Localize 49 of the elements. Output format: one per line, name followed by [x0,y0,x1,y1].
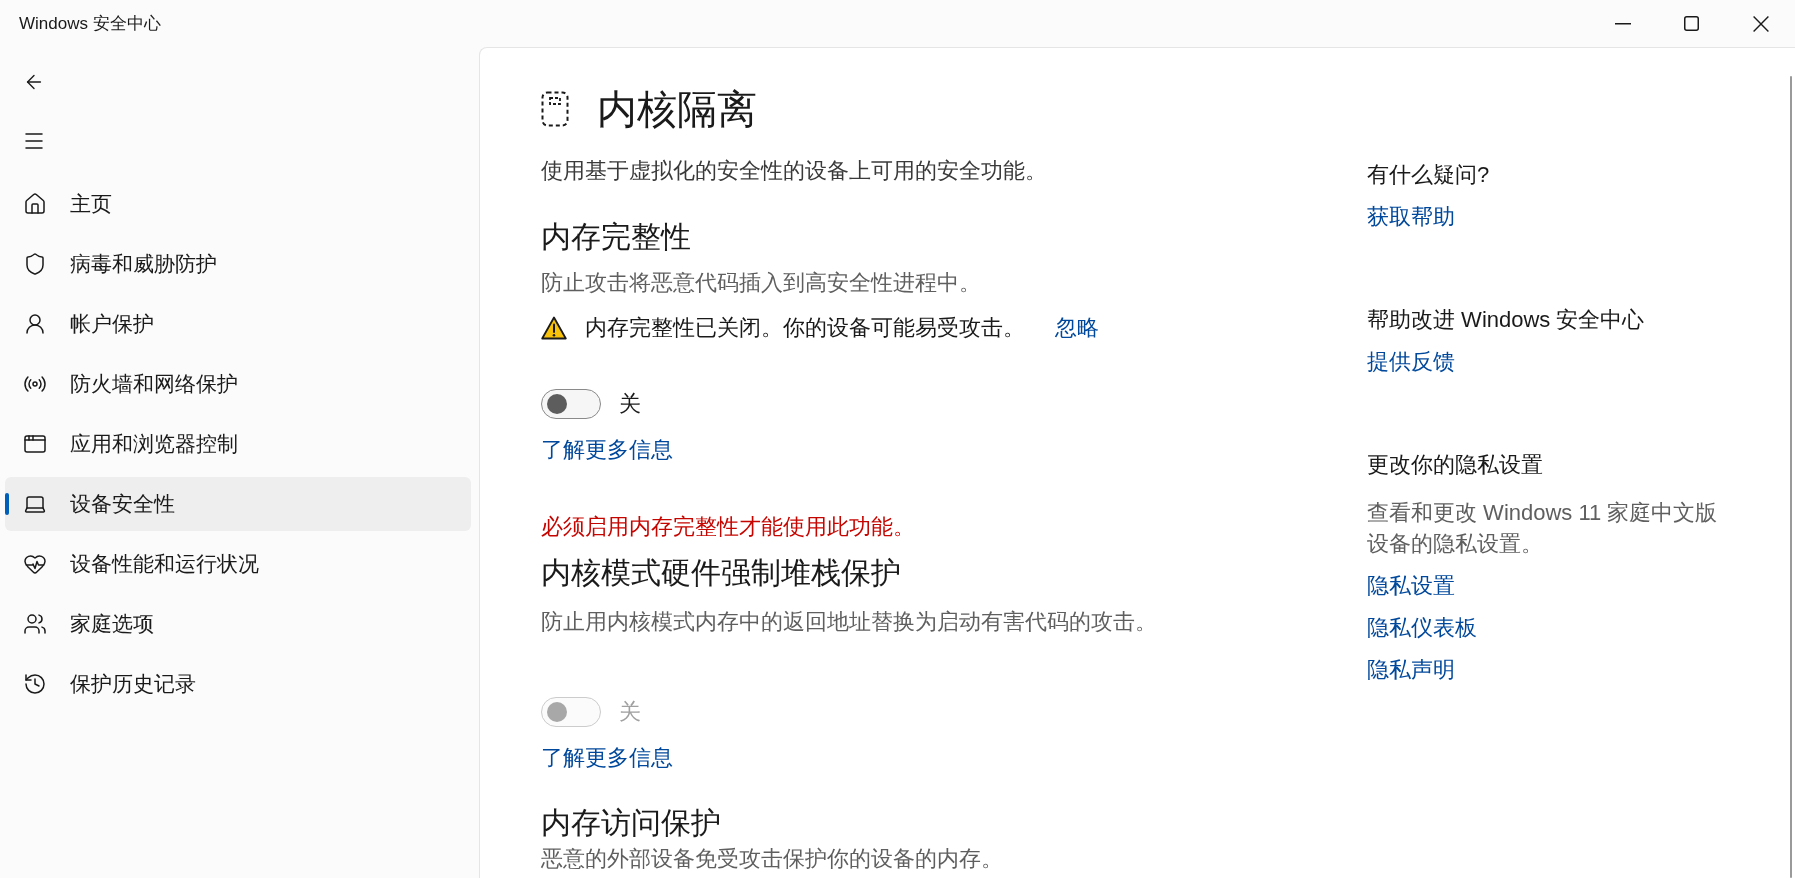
minimize-icon [1614,22,1631,25]
nav-item[interactable]: 家庭选项 [5,597,471,651]
aside-link[interactable]: 隐私仪表板 [1367,613,1477,643]
section-description: 防止用内核模式内存中的返回地址替换为启动有害代码的攻击。 [541,608,1158,636]
learn-more-link[interactable]: 了解更多信息 [541,743,673,773]
section-description: 防止攻击将恶意代码插入到高安全性进程中。 [541,269,982,297]
aside-heading: 帮助改进 Windows 安全中心 [1367,306,1646,334]
toggle-switch[interactable] [541,389,601,419]
dashed-device-icon [541,91,569,127]
aside-description: 查看和更改 Windows 11 家庭中文版设备的隐私设置。 [1367,499,1719,558]
ignore-link[interactable]: 忽略 [1055,313,1099,343]
section-heading: 内核模式硬件强制堆栈保护 [541,555,902,591]
person-icon [23,312,47,336]
heart-pulse-icon [23,552,47,576]
aside-heading: 更改你的隐私设置 [1367,451,1544,479]
warning-text: 内存完整性已关闭。你的设备可能易受攻击。 [585,314,1025,342]
nav-item[interactable]: 病毒和威胁防护 [5,237,471,291]
aside-link[interactable]: 获取帮助 [1367,202,1455,232]
aside-link[interactable]: 隐私声明 [1367,655,1455,685]
nav-item[interactable]: 帐户保护 [5,297,471,351]
nav-item[interactable]: 设备性能和运行状况 [5,537,471,591]
maximize-icon [1684,16,1699,31]
section-heading: 内存访问保护 [541,805,722,841]
history-icon [23,672,47,696]
section-heading: 内存完整性 [541,219,692,255]
nav-item[interactable]: 应用和浏览器控制 [5,417,471,471]
warning-icon [541,316,567,340]
scrollbar-thumb[interactable] [1790,76,1792,878]
page-description: 使用基于虚拟化的安全性的设备上可用的安全功能。 [541,157,1048,185]
nav-item[interactable]: 设备安全性 [5,477,471,531]
home-icon [23,192,47,216]
toggle-state-label: 关 [619,698,641,726]
nav-item[interactable]: 防火墙和网络保护 [5,357,471,411]
nav-item[interactable]: 主页 [5,177,471,231]
people-icon [23,612,47,636]
nav-item[interactable]: 保护历史记录 [5,657,471,711]
selection-indicator [5,493,9,515]
page-title: 内核隔离 [597,88,757,130]
learn-more-link[interactable]: 了解更多信息 [541,435,673,465]
app-window-icon [23,432,47,456]
window-title: Windows 安全中心 [19,12,161,35]
toggle-state-label: 关 [619,390,641,418]
aside-link[interactable]: 隐私设置 [1367,571,1455,601]
shield-icon [23,252,47,276]
close-icon [1752,15,1769,32]
requirement-notice: 必须启用内存完整性才能使用此功能。 [541,513,916,541]
aside-link[interactable]: 提供反馈 [1367,347,1455,377]
section-description: 恶意的外部设备免受攻击保护你的设备的内存。 [541,845,1004,873]
aside-heading: 有什么疑问? [1367,161,1491,189]
